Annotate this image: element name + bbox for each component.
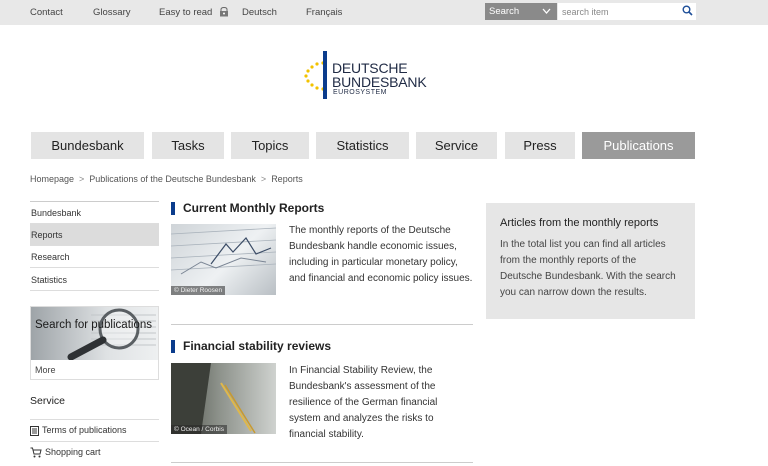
sidebar-item-research[interactable]: Research	[30, 246, 159, 268]
search-publications-teaser[interactable]: Search for publications More	[30, 306, 159, 380]
article-title-financial-stability[interactable]: Financial stability reviews	[183, 339, 331, 353]
easy-to-read-icon	[219, 7, 228, 17]
breadcrumb-current: Reports	[271, 174, 303, 184]
chevron-down-icon	[542, 8, 551, 14]
service-heading: Service	[30, 395, 66, 407]
logo-text-eurosystem: EUROSYSTEM	[333, 89, 388, 96]
search-input[interactable]	[558, 3, 696, 20]
easy-to-read-link[interactable]: Easy to read	[159, 7, 229, 18]
monthly-report-articles-box[interactable]: Articles from the monthly reports In the…	[486, 203, 695, 319]
euro-stars-icon	[304, 61, 325, 91]
search-publications-title: Search for publications	[35, 319, 152, 331]
article-text-financial-stability: In Financial Stability Review, the Bunde…	[289, 365, 438, 440]
sidebar-item-reports[interactable]: Reports	[30, 224, 159, 246]
breadcrumb-home[interactable]: Homepage	[30, 174, 74, 184]
article-marker	[171, 202, 175, 215]
climber-rope-image	[171, 363, 256, 434]
sidebar-item-bundesbank[interactable]: Bundesbank	[30, 202, 159, 224]
article-text-monthly-reports: The monthly reports of the Deutsche Bund…	[289, 225, 473, 284]
article-image-financial-stability[interactable]: © Ocean / Corbis	[171, 363, 276, 434]
breadcrumb-separator-icon: >	[260, 174, 267, 184]
glossary-link[interactable]: Glossary	[93, 7, 130, 18]
search-scope-label: Search	[489, 6, 520, 17]
article-divider	[171, 324, 473, 325]
more-link[interactable]: More	[35, 365, 56, 375]
nav-tab-bundesbank[interactable]: Bundesbank	[31, 132, 144, 159]
nav-tab-tasks[interactable]: Tasks	[152, 132, 224, 159]
nav-tab-topics[interactable]: Topics	[231, 132, 309, 159]
magnifier-icon	[67, 308, 156, 360]
sidebar-item-statistics[interactable]: Statistics	[30, 269, 159, 291]
easy-to-read-label: Easy to read	[159, 7, 213, 18]
image-credit: © Ocean / Corbis	[171, 425, 227, 434]
report-chart-image	[171, 227, 276, 275]
service-item-terms-label: Terms of publications	[42, 425, 127, 435]
nav-tab-service[interactable]: Service	[416, 132, 497, 159]
document-icon	[30, 425, 39, 436]
contact-link[interactable]: Contact	[30, 7, 63, 18]
breadcrumb-publications[interactable]: Publications of the Deutsche Bundesbank	[89, 174, 256, 184]
service-item-cart[interactable]: Shopping cart	[30, 441, 159, 462]
shopping-cart-icon	[30, 447, 42, 458]
logo-text-bundesbank: BUNDESBANK	[332, 74, 427, 90]
nav-tab-press[interactable]: Press	[505, 132, 575, 159]
magnifier-image: Search for publications	[31, 307, 158, 360]
article-title-monthly-reports[interactable]: Current Monthly Reports	[183, 201, 324, 215]
nav-tab-statistics[interactable]: Statistics	[316, 132, 409, 159]
infobox-title: Articles from the monthly reports	[500, 217, 659, 229]
nav-tab-publications[interactable]: Publications	[582, 132, 695, 159]
article-marker	[171, 340, 175, 353]
breadcrumb-separator-icon: >	[79, 174, 85, 184]
service-item-cart-label: Shopping cart	[45, 447, 101, 457]
article-divider	[171, 462, 473, 463]
search-icon[interactable]	[682, 5, 693, 16]
article-image-monthly-reports[interactable]: © Dieter Roosen	[171, 224, 276, 295]
infobox-text: In the total list you can find all artic…	[500, 239, 676, 298]
deutsch-link[interactable]: Deutsch	[242, 7, 277, 18]
logo-bar	[323, 51, 327, 99]
francais-link[interactable]: Français	[306, 7, 342, 18]
breadcrumb: Homepage > Publications of the Deutsche Bu…	[30, 174, 303, 184]
top-utility-bar: Contact Glossary Easy to read Deutsch Fr…	[0, 0, 768, 25]
service-item-terms[interactable]: Terms of publications	[30, 419, 159, 440]
search-scope-select[interactable]: Search	[485, 3, 557, 20]
image-credit: © Dieter Roosen	[171, 286, 226, 295]
